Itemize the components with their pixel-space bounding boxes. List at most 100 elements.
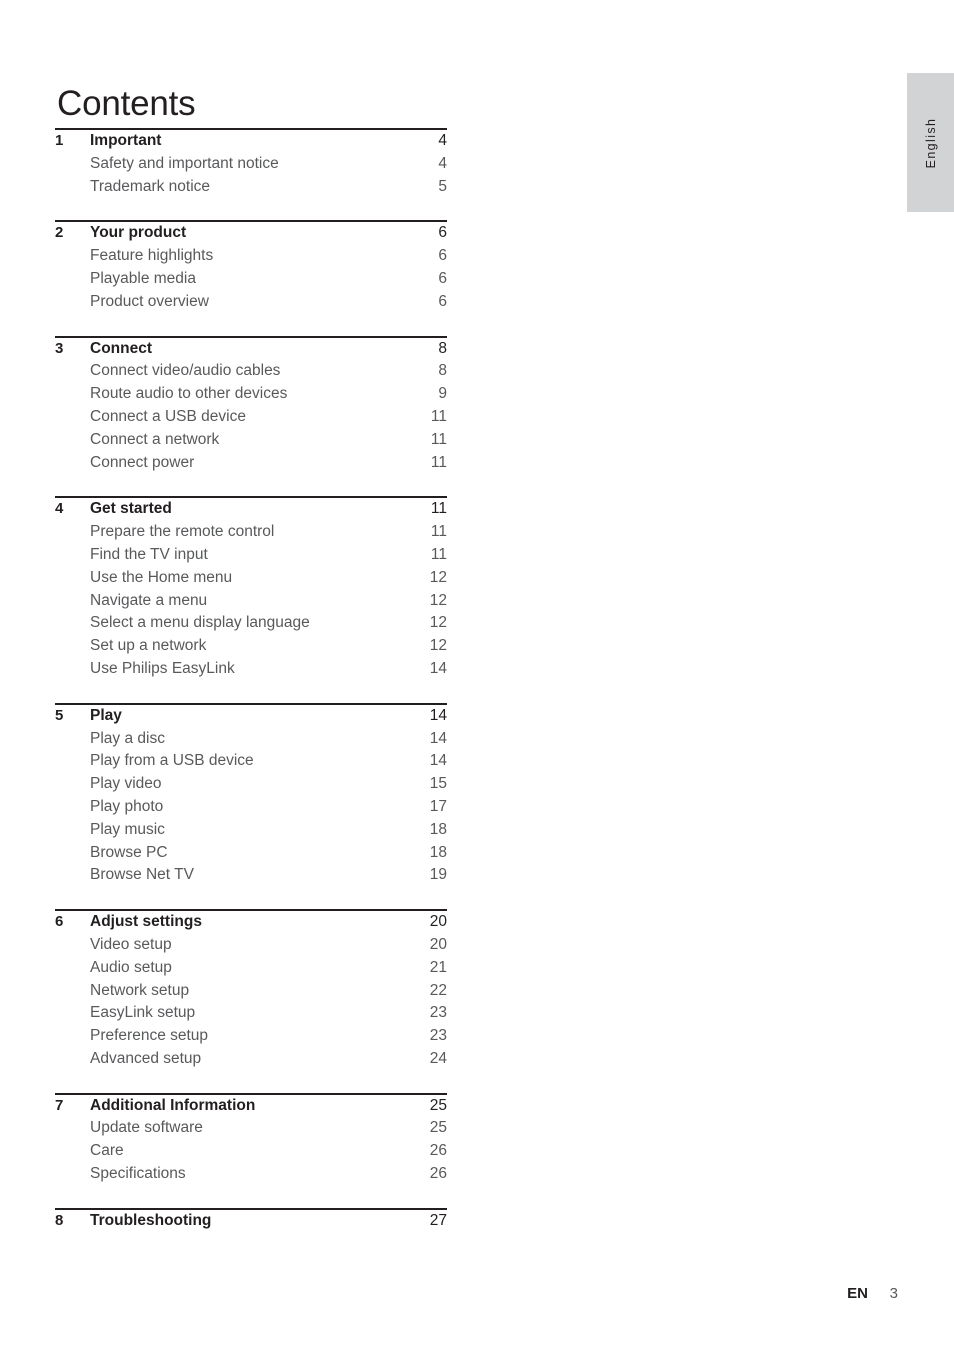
toc-entry-row[interactable]: Product overview 6	[55, 293, 447, 316]
toc-entry-row[interactable]: Connect power 11	[55, 454, 447, 477]
toc-entry-row[interactable]: Trademark notice 5	[55, 178, 447, 201]
page-footer: EN 3	[0, 1285, 954, 1309]
toc-section: 1 Important 4 Safety and important notice 4 T…	[55, 128, 447, 200]
toc-section-heading-row[interactable]: 8 Troubleshooting 27	[55, 1212, 447, 1235]
toc-entry-row[interactable]: Connect a USB device 11	[55, 408, 447, 431]
toc-entry-row[interactable]: Browse Net TV 19	[55, 866, 447, 889]
toc-section-label: Adjust settings	[90, 913, 202, 931]
toc-section-number: 1	[55, 132, 64, 149]
toc-entry-row[interactable]: Play a disc 14	[55, 730, 447, 753]
toc-entry-label: Browse Net TV	[90, 866, 194, 884]
toc-entry-label: Video setup	[90, 935, 172, 953]
toc-entry-row[interactable]: Audio setup 21	[55, 959, 447, 982]
toc-entry-row[interactable]: Feature highlights 6	[55, 247, 447, 270]
toc-entry-row[interactable]: Use the Home menu 12	[55, 569, 447, 592]
toc-section: 3 Connect 8 Connect video/audio cables 8 Rout…	[55, 335, 447, 477]
toc-section: 8 Troubleshooting 27	[55, 1207, 447, 1235]
toc-entry-row[interactable]: Safety and important notice 4	[55, 155, 447, 178]
toc-section-heading-row[interactable]: 6 Adjust settings 20	[55, 913, 447, 936]
toc-section: 4 Get started 11 Prepare the remote control…	[55, 496, 447, 682]
toc-entry-page: 11	[430, 407, 447, 425]
toc-entry-row[interactable]: Use Philips EasyLink 14	[55, 660, 447, 683]
toc-section-page: 11	[430, 500, 447, 518]
toc-entry-page: 15	[429, 775, 447, 793]
toc-entry-label: Navigate a menu	[90, 591, 208, 609]
toc-section-label: Get started	[90, 500, 172, 518]
toc-entry-row[interactable]: Preference setup 23	[55, 1027, 447, 1050]
toc-entry-row[interactable]: Play photo 17	[55, 798, 447, 821]
toc-entry-page: 11	[430, 453, 447, 471]
toc-entry-label: Play a disc	[90, 729, 165, 747]
toc-entry-page: 11	[430, 430, 447, 448]
toc-entry-row[interactable]: Browse PC 18	[55, 844, 447, 867]
toc-section-page: 8	[438, 339, 447, 357]
toc-entry-page: 4	[438, 154, 447, 172]
toc-section-number: 6	[55, 913, 64, 931]
toc-section-number: 2	[55, 224, 64, 242]
toc-entry-label: Play video	[90, 775, 162, 793]
toc-section-heading-row[interactable]: 3 Connect 8	[55, 340, 447, 363]
toc-section-page: 4	[438, 132, 447, 149]
toc-entry-row[interactable]: Play from a USB device 14	[55, 752, 447, 775]
toc-section-number: 5	[55, 706, 64, 724]
toc-entry-row[interactable]: Set up a network 12	[55, 637, 447, 660]
toc-section-label: Troubleshooting	[90, 1211, 212, 1229]
toc-entry-label: Care	[90, 1142, 124, 1160]
toc-entry-page: 12	[429, 591, 447, 609]
toc-entry-label: Update software	[90, 1119, 203, 1137]
toc-entry-row[interactable]: Find the TV input 11	[55, 546, 447, 569]
toc-entry-page: 24	[429, 1049, 447, 1067]
toc-section: 6 Adjust settings 20 Video setup 20 Audio set…	[55, 909, 447, 1073]
toc-entry-page: 8	[438, 362, 447, 380]
language-tab: English	[907, 73, 954, 212]
toc-entry-label: Audio setup	[90, 958, 172, 976]
toc-entry-row[interactable]: Update software 25	[55, 1119, 447, 1142]
toc-entry-label: Route audio to other devices	[90, 385, 288, 403]
toc-entry-row[interactable]: Prepare the remote control 11	[55, 523, 447, 546]
toc-entry-row[interactable]: Connect video/audio cables 8	[55, 362, 447, 385]
toc-section-heading-row[interactable]: 4 Get started 11	[55, 500, 447, 523]
toc-entry-page: 20	[429, 935, 447, 953]
toc-entry-label: Network setup	[90, 981, 190, 999]
toc-entry-row[interactable]: Care 26	[55, 1142, 447, 1165]
toc-section-heading-row[interactable]: 5 Play 14	[55, 707, 447, 730]
toc-section-label: Connect	[90, 339, 152, 357]
toc-entry-label: Connect a USB device	[90, 407, 246, 425]
toc-entry-page: 18	[429, 820, 447, 838]
toc-entry-row[interactable]: Advanced setup 24	[55, 1050, 447, 1073]
toc-entry-label: Play music	[90, 820, 165, 838]
toc-entry-row[interactable]: Play video 15	[55, 775, 447, 798]
toc-entry-page: 17	[429, 797, 447, 815]
toc-section: 2 Your product 6 Feature highlights 6 Playabl…	[55, 220, 447, 315]
toc-entry-row[interactable]: Playable media 6	[55, 270, 447, 293]
toc-entry-row[interactable]: Select a menu display language 12	[55, 614, 447, 637]
toc-entry-page: 14	[429, 752, 447, 770]
toc-section-heading-row[interactable]: 2 Your product 6	[55, 224, 447, 247]
toc-entry-row[interactable]: Navigate a menu 12	[55, 592, 447, 615]
toc-entry-label: Specifications	[90, 1165, 186, 1183]
toc-entry-row[interactable]: Network setup 22	[55, 982, 447, 1005]
toc-entry-page: 11	[430, 545, 447, 563]
toc-section-page: 6	[438, 224, 447, 242]
toc-entry-label: Play photo	[90, 797, 164, 815]
toc-entry-row[interactable]: Play music 18	[55, 821, 447, 844]
toc-entry-page: 12	[429, 637, 447, 655]
toc-entry-page: 26	[429, 1142, 447, 1160]
toc-entry-label: Preference setup	[90, 1027, 209, 1045]
toc-entry-row[interactable]: Video setup 20	[55, 936, 447, 959]
toc-entry-row[interactable]: Specifications 26	[55, 1165, 447, 1188]
toc-entry-row[interactable]: Connect a network 11	[55, 431, 447, 454]
toc-entry-row[interactable]: Route audio to other devices 9	[55, 385, 447, 408]
toc-entry-label: Trademark notice	[90, 177, 211, 195]
toc-section-heading-row[interactable]: 7 Additional Information 25	[55, 1097, 447, 1120]
toc-entry-page: 22	[429, 981, 447, 999]
toc-entry-page: 14	[429, 729, 447, 747]
page-title: Contents	[57, 84, 196, 124]
toc-entry-page: 12	[429, 614, 447, 632]
toc-entry-page: 6	[438, 247, 447, 265]
toc-section-heading-row[interactable]: 1 Important 4	[55, 132, 447, 155]
table-of-contents: 1 Important 4 Safety and important notice 4 T…	[55, 128, 447, 1235]
toc-section-number: 4	[55, 500, 64, 518]
toc-entry-row[interactable]: EasyLink setup 23	[55, 1004, 447, 1027]
toc-section-number: 8	[55, 1211, 64, 1229]
